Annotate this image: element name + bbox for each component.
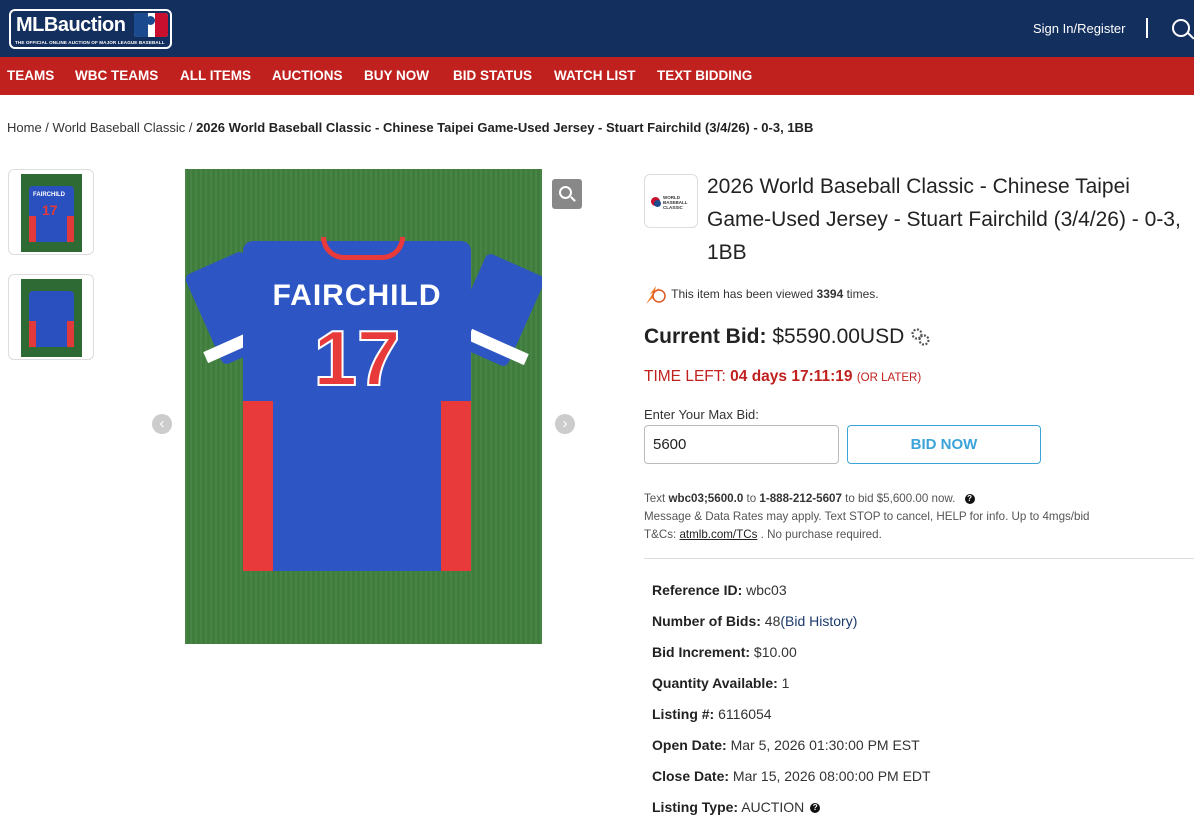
product-title: 2026 World Baseball Classic - Chinese Ta… [707,175,1181,264]
search-icon[interactable] [1172,19,1190,37]
number-of-bids-label: Number of Bids: [652,613,761,629]
to-word: to [746,492,757,505]
help-icon[interactable]: ? [810,803,821,814]
reference-id-row: Reference ID: wbc03 [652,582,931,613]
prev-image-arrow-icon[interactable]: ‹ [152,414,172,434]
tcs-link[interactable]: atmlb.com/TCs [679,528,757,541]
listing-number-label: Listing #: [652,706,715,722]
max-bid-label: Enter Your Max Bid: [644,407,759,422]
nav-text-bidding[interactable]: TEXT BIDDING [657,68,752,83]
fire-baseball-icon [646,286,666,304]
text-code: wbc03;5600.0 [668,492,744,505]
bid-history-link[interactable]: (Bid History) [780,613,857,629]
bid-now-button[interactable]: BID NOW [847,425,1041,464]
wbc-logo: WORLD BASEBALL CLASSIC [644,174,698,228]
current-bid-label: Current Bid: [644,325,767,348]
text-disclaimer: Message & Data Rates may apply. Text STO… [644,510,1090,523]
listing-number-row: Listing #: 6116054 [652,706,931,737]
open-date-value: Mar 5, 2026 01:30:00 PM EST [730,737,920,753]
view-count: 3394 [816,287,844,302]
nav-all-items[interactable]: ALL ITEMS [180,68,251,83]
jersey-image: FAIRCHILD 17 [243,237,471,571]
current-bid: Current Bid: $5590.00USD [644,325,932,349]
tcs-suffix: . No purchase required. [760,528,882,541]
viewed-prefix: This item has been viewed [671,287,814,302]
main-product-image[interactable]: FAIRCHILD 17 [185,169,542,644]
mlb-batter-icon [134,13,168,37]
time-left-label: TIME LEFT: [644,368,726,385]
thumb-jersey-number: 17 [42,202,58,218]
next-image-arrow-icon[interactable]: › [555,414,575,434]
breadcrumb-current: 2026 World Baseball Classic - Chinese Ta… [196,120,814,135]
bid-increment-row: Bid Increment: $10.00 [652,644,931,675]
current-bid-value: $5590.00USD [772,325,905,348]
text-phone: 1-888-212-5607 [759,492,842,505]
listing-number-value: 6116054 [718,706,772,722]
text-bid-amount: to bid $5,600.00 now. [845,492,956,505]
time-left: TIME LEFT: 04 days 17:11:19 (OR LATER) [644,368,921,386]
bid-increment-label: Bid Increment: [652,644,751,660]
nav-buy-now[interactable]: BUY NOW [364,68,429,83]
quantity-row: Quantity Available: 1 [652,675,931,706]
thumbnail-back[interactable]: FAIRCHILD 17 [8,169,94,255]
listing-type-value: AUCTION [741,799,805,815]
thumbnail-front[interactable] [8,274,94,360]
wbc-logo-text: WORLD BASEBALL CLASSIC [663,195,688,210]
number-of-bids-row: Number of Bids: 48(Bid History) [652,613,931,644]
nav-auctions[interactable]: AUCTIONS [272,68,343,83]
listing-type-row: Listing Type: AUCTION? [652,799,931,830]
reference-id-value: wbc03 [746,582,787,598]
top-header: MLBauction THE OFFICIAL ONLINE AUCTION O… [0,0,1194,57]
help-icon[interactable]: ? [964,493,975,504]
breadcrumb-home[interactable]: Home [7,120,42,135]
close-date-row: Close Date: Mar 15, 2026 08:00:00 PM EDT [652,768,931,799]
nav-teams[interactable]: TEAMS [7,68,54,83]
thumbnail-image: FAIRCHILD 17 [21,174,82,252]
breadcrumb-category[interactable]: World Baseball Classic [53,120,186,135]
logo-tagline: THE OFFICIAL ONLINE AUCTION OF MAJOR LEA… [15,40,165,45]
open-date-row: Open Date: Mar 5, 2026 01:30:00 PM EST [652,737,931,768]
text-bidding-info: Text wbc03;5600.0 to 1-888-212-5607 to b… [644,490,1184,544]
nav-bid-status[interactable]: BID STATUS [453,68,532,83]
details-divider [644,558,1194,559]
jersey-number: 17 [313,313,402,403]
header-divider [1146,18,1148,38]
breadcrumb: Home / World Baseball Classic / 2026 Wor… [7,120,814,135]
open-date-label: Open Date: [652,737,727,753]
tcs-label: T&Cs: [644,528,677,541]
viewed-suffix: times. [846,287,879,302]
thumbnail-image [21,279,82,357]
jersey-name: FAIRCHILD [272,279,442,312]
zoom-icon[interactable] [552,179,582,209]
reference-id-label: Reference ID: [652,582,743,598]
listing-details: Reference ID: wbc03 Number of Bids: 48(B… [652,582,931,830]
logo-text: MLBauction [16,14,126,36]
thumb-jersey-name: FAIRCHILD [33,192,65,198]
main-nav: TEAMS WBC TEAMS ALL ITEMS AUCTIONS BUY N… [0,57,1194,95]
time-left-note: (OR LATER) [856,372,922,384]
sign-in-register-link[interactable]: Sign In/Register [1033,21,1126,36]
max-bid-input[interactable] [644,425,839,464]
currency-convert-icon[interactable] [910,327,932,347]
number-of-bids-value: 48 [764,613,781,629]
close-date-label: Close Date: [652,768,730,784]
nav-wbc-teams[interactable]: WBC TEAMS [75,68,158,83]
text-word: Text [644,492,666,505]
listing-type-label: Listing Type: [652,799,739,815]
quantity-label: Quantity Available: [652,675,778,691]
nav-watch-list[interactable]: WATCH LIST [554,68,636,83]
quantity-value: 1 [781,675,790,691]
bid-increment-value: $10.00 [753,644,797,660]
time-left-value: 04 days 17:11:19 [730,368,853,385]
view-count-line: This item has been viewed 3394 times. [644,285,879,305]
mlb-auction-logo[interactable]: MLBauction THE OFFICIAL ONLINE AUCTION O… [9,9,172,49]
close-date-value: Mar 15, 2026 08:00:00 PM EDT [732,768,931,784]
